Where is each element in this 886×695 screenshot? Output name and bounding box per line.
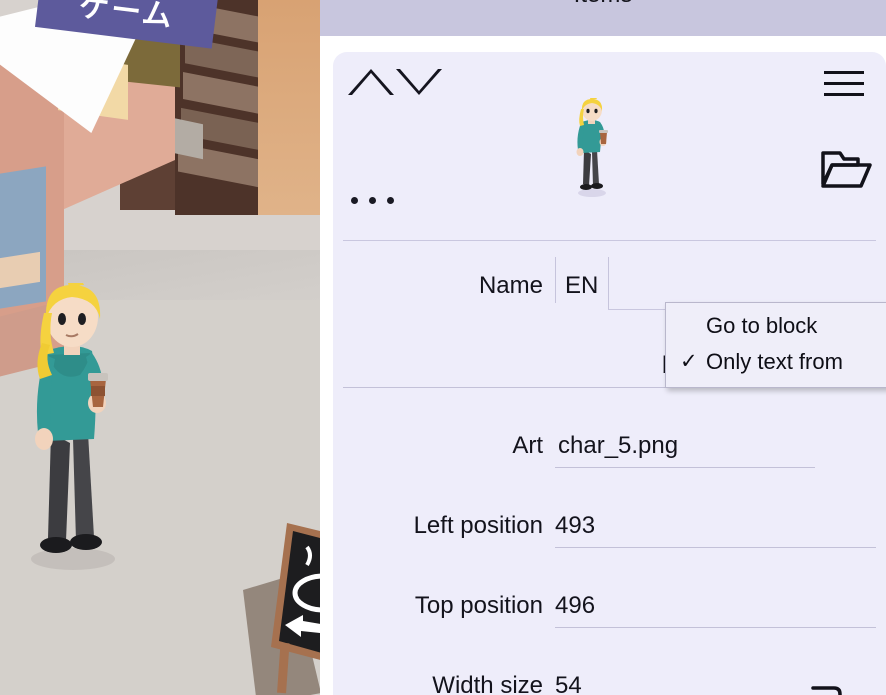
folder-open-icon[interactable] bbox=[820, 148, 873, 195]
scene-right-wall-shade bbox=[258, 0, 320, 215]
width-size-value[interactable]: 54 bbox=[555, 672, 582, 695]
art-underline bbox=[555, 467, 815, 468]
app-root: ゲーム Name EN Art char_5.png Left position… bbox=[0, 0, 886, 695]
name-column-divider bbox=[555, 257, 556, 303]
inspector-pane: Items bbox=[320, 0, 886, 695]
triangle-down-icon[interactable] bbox=[396, 69, 442, 95]
art-value[interactable]: char_5.png bbox=[558, 432, 678, 460]
context-menu[interactable]: Go to block ✓ Only text from bbox=[665, 302, 886, 388]
left-position-label: Left position bbox=[413, 512, 543, 539]
lock-icon[interactable] bbox=[806, 674, 866, 695]
width-size-label: Width size bbox=[432, 672, 543, 695]
context-menu-check: ✓ bbox=[680, 350, 698, 373]
context-menu-item-label: Only text from bbox=[706, 349, 843, 374]
lang-column-divider bbox=[608, 257, 609, 309]
left-position-underline bbox=[555, 547, 876, 548]
window-header: Items bbox=[320, 0, 886, 36]
context-menu-item-label: Go to block bbox=[706, 313, 818, 338]
left-position-value[interactable]: 493 bbox=[555, 512, 595, 540]
top-position-underline bbox=[555, 627, 876, 628]
ellipsis-icon[interactable] bbox=[351, 197, 394, 204]
scene-character bbox=[18, 279, 128, 573]
hamburger-menu-icon[interactable] bbox=[824, 71, 864, 97]
game-scene-preview[interactable]: ゲーム bbox=[0, 0, 320, 695]
lang-tab-en[interactable]: EN bbox=[565, 272, 598, 300]
ellipsis-dot bbox=[351, 197, 358, 204]
page-title: Items bbox=[320, 0, 886, 9]
hamburger-line bbox=[824, 82, 864, 85]
sprite-preview[interactable] bbox=[571, 96, 613, 198]
context-menu-item-only-text-from[interactable]: ✓ Only text from bbox=[666, 344, 886, 380]
hamburger-line bbox=[824, 71, 864, 74]
scene-chalkboard-sign bbox=[235, 515, 320, 695]
top-position-label: Top position bbox=[414, 592, 543, 619]
hamburger-line bbox=[824, 93, 864, 96]
art-label: Art bbox=[512, 432, 543, 459]
triangle-up-icon[interactable] bbox=[348, 69, 394, 95]
top-position-value[interactable]: 496 bbox=[555, 592, 595, 620]
name-label: Name bbox=[478, 272, 543, 299]
divider bbox=[343, 240, 876, 241]
scene-shop-sign-text: ゲーム bbox=[77, 0, 176, 35]
ellipsis-dot bbox=[387, 197, 394, 204]
ellipsis-dot bbox=[369, 197, 376, 204]
context-menu-item-go-to-block[interactable]: Go to block bbox=[666, 308, 886, 344]
